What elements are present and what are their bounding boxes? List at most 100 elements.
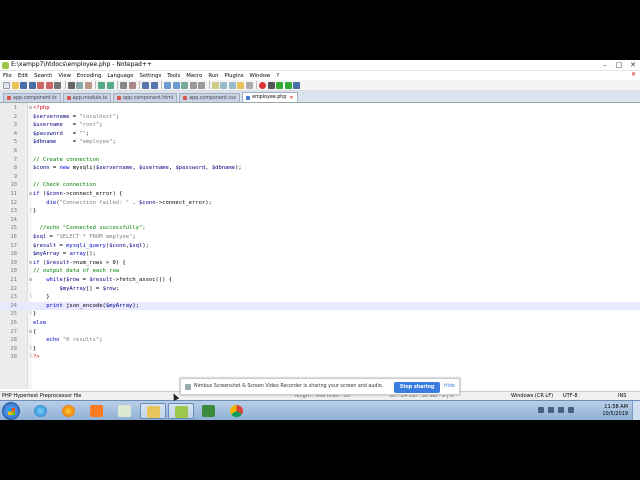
close-document-icon[interactable]: ✕ (631, 71, 636, 78)
code-line[interactable]: 11 ⊟ if ($conn->connect_error) { (0, 190, 640, 199)
taskbar-ie[interactable] (28, 403, 54, 419)
new-file-icon[interactable] (3, 81, 10, 89)
code-line[interactable]: 4 $password = ""; (0, 130, 640, 139)
menu-file[interactable]: File (0, 73, 15, 79)
code-line[interactable]: 7 // Create connection (0, 156, 640, 165)
menu-window[interactable]: Window (246, 73, 273, 79)
open-file-icon[interactable] (11, 81, 19, 89)
tab-app-component-ts[interactable]: app.component.ts (3, 93, 61, 102)
taskbar-explorer[interactable] (140, 403, 166, 419)
minimize-button[interactable]: – (598, 60, 612, 71)
print-icon[interactable] (54, 81, 61, 89)
code-line[interactable]: 15 //echo "Connected successfully"; (0, 224, 640, 233)
volume-icon[interactable] (558, 407, 564, 413)
cut-icon[interactable] (67, 81, 75, 89)
tab-app-component-html[interactable]: app.component.html (113, 93, 178, 102)
menu-run[interactable]: Run (205, 73, 221, 79)
taskbar-chrome-apps[interactable] (112, 403, 138, 419)
code-line[interactable]: 26 else (0, 319, 640, 328)
code-editor[interactable]: 1 ⊟ <?php 2 $servername = "localhost"; 3 $user… (0, 103, 640, 389)
code-line[interactable]: 13 └} (0, 207, 640, 216)
code-line[interactable]: 8 $conn = new mysqli($servername, $userna… (0, 164, 640, 173)
code-line[interactable]: 6 (0, 147, 640, 156)
show-desktop-button[interactable] (632, 401, 640, 420)
menu-language[interactable]: Language (104, 73, 136, 79)
fold-marker-icon[interactable]: └ (29, 293, 32, 302)
zoom-out-icon[interactable] (150, 81, 158, 89)
tab-employee-php[interactable]: employee.php ✕ (242, 92, 298, 102)
fold-marker-icon[interactable]: └ (29, 345, 32, 354)
tab-app-component-css[interactable]: app.component.css (179, 93, 241, 102)
close-file-icon[interactable] (37, 81, 44, 89)
redo-icon[interactable] (106, 81, 114, 89)
code-line[interactable]: 25 └} (0, 310, 640, 319)
code-line[interactable]: 1 ⊟ <?php (0, 104, 640, 113)
folder-workspace-icon[interactable] (237, 81, 244, 89)
code-line[interactable]: 22 $myArray[] = $row; (0, 285, 640, 294)
record-macro-icon[interactable] (259, 81, 266, 89)
menu-macro[interactable]: Macro (183, 73, 205, 79)
zoom-in-icon[interactable] (142, 81, 149, 89)
taskbar-xampp[interactable] (84, 403, 110, 419)
menu-settings[interactable]: Settings (136, 73, 164, 79)
taskbar-firefox[interactable] (56, 403, 82, 419)
menu-edit[interactable]: Edit (15, 73, 31, 79)
close-all-icon[interactable] (45, 81, 53, 89)
menu-help[interactable]: ? (273, 73, 282, 79)
show-hidden-icons-icon[interactable] (538, 407, 544, 413)
code-line[interactable]: 9 (0, 173, 640, 182)
tab-close-icon[interactable]: ✕ (289, 95, 293, 101)
sync-horizontal-icon[interactable] (172, 81, 180, 89)
code-line[interactable]: 28 echo "0 results"; (0, 336, 640, 345)
code-line[interactable]: 14 (0, 216, 640, 225)
fold-marker-icon[interactable]: ⊟ (29, 259, 32, 268)
status-eol[interactable]: Windows (CR LF) (511, 393, 553, 399)
start-button[interactable] (2, 402, 20, 420)
code-line[interactable]: 10 // Check connection (0, 181, 640, 190)
status-encoding[interactable]: UTF-8 (563, 393, 578, 399)
code-line[interactable]: 19 ⊟ if ($result->num_rows > 0) { (0, 259, 640, 268)
code-line[interactable]: 30 └ ?> (0, 353, 640, 362)
replace-icon[interactable] (128, 81, 136, 89)
code-line[interactable]: 3 $username = "root"; (0, 121, 640, 130)
code-line[interactable]: 18 $myArray = array(); (0, 250, 640, 259)
find-icon[interactable] (120, 81, 127, 89)
fold-marker-icon[interactable]: └ (29, 353, 32, 362)
code-line[interactable]: 5 $dbname = "employee"; (0, 138, 640, 147)
close-button[interactable]: ✕ (626, 60, 640, 71)
paste-icon[interactable] (84, 81, 92, 89)
lang-define-icon[interactable] (211, 81, 219, 89)
fold-marker-icon[interactable]: ⊟ (29, 328, 32, 337)
save-icon[interactable] (20, 81, 27, 89)
fold-marker-icon[interactable]: └ (29, 310, 32, 319)
code-line[interactable]: 24 print json_encode($myArray); (0, 301, 640, 311)
clock[interactable]: 11:58 AM 10/5/2019 (602, 404, 628, 417)
indent-guide-icon[interactable] (198, 81, 205, 89)
hide-banner-link[interactable]: Hide (444, 384, 455, 389)
network-icon[interactable] (548, 407, 554, 413)
word-wrap-icon[interactable] (181, 81, 188, 89)
fold-marker-icon[interactable]: ⊟ (29, 104, 32, 113)
code-line[interactable]: 17 $result = mysqli_query($conn,$sql); (0, 242, 640, 251)
menu-search[interactable]: Search (31, 73, 55, 79)
fold-marker-icon[interactable]: ⊟ (29, 276, 32, 285)
code-line[interactable]: 2 $servername = "localhost"; (0, 113, 640, 122)
run-macro-multiple-icon[interactable] (284, 81, 292, 89)
copy-icon[interactable] (76, 81, 83, 89)
taskbar-notepadpp[interactable] (168, 403, 194, 419)
maximize-button[interactable]: □ (612, 60, 626, 71)
code-line[interactable]: 29 └} (0, 345, 640, 354)
code-line[interactable]: 23 └ } (0, 293, 640, 302)
fold-marker-icon[interactable]: └ (29, 207, 32, 216)
tab-app-module-ts[interactable]: app.module.ts (62, 93, 112, 102)
menu-view[interactable]: View (55, 73, 74, 79)
menu-tools[interactable]: Tools (164, 73, 183, 79)
stop-sharing-button[interactable]: Stop sharing (394, 382, 440, 393)
sync-vertical-icon[interactable] (164, 81, 171, 89)
menu-plugins[interactable]: Plugins (221, 73, 246, 79)
fold-marker-icon[interactable]: ⊟ (29, 190, 32, 199)
doc-map-icon[interactable] (220, 81, 227, 89)
function-list-icon[interactable] (228, 81, 236, 89)
flag-notification-icon[interactable] (568, 407, 574, 413)
monitoring-icon[interactable] (245, 81, 253, 89)
